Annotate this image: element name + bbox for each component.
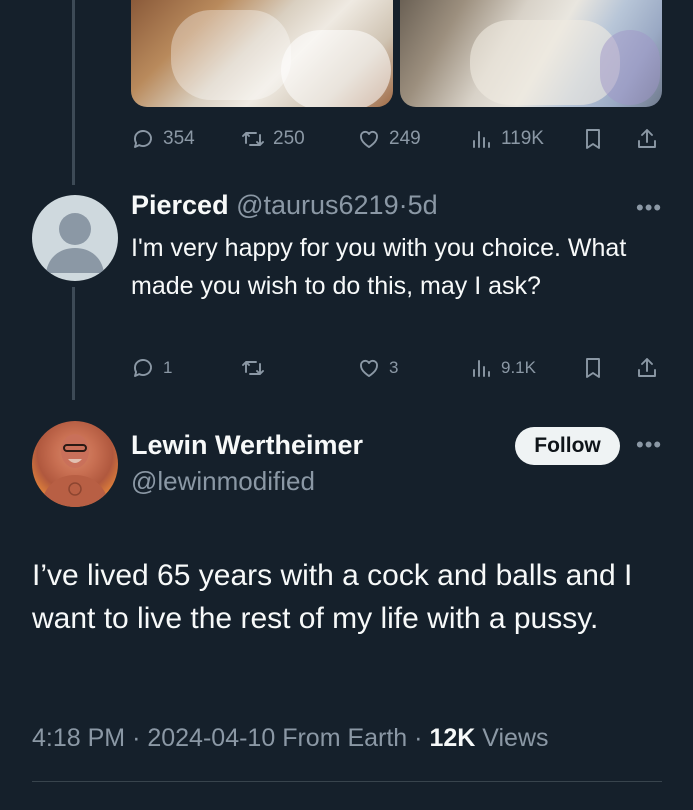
bookmark-icon — [586, 358, 600, 378]
separator: · — [398, 190, 408, 220]
separator: · — [132, 724, 141, 752]
reply-actions: 1 3 9.1K — [131, 354, 661, 382]
retweet-button[interactable] — [241, 356, 273, 380]
separator: · — [414, 724, 423, 752]
share-icon — [638, 358, 656, 377]
author-display-name[interactable]: Lewin Wertheimer — [131, 430, 363, 461]
reply-handle[interactable]: @taurus6219 — [236, 190, 399, 220]
share-button[interactable] — [635, 356, 659, 380]
thread-line — [72, 287, 75, 400]
reply-icon — [134, 359, 152, 377]
tweet-timestamp: 4:18 PM · 2024-04-10 From Earth · 12K Vi… — [32, 724, 549, 753]
default-profile-icon — [46, 213, 104, 273]
bookmark-button[interactable] — [581, 127, 605, 151]
tweet-actions: 354 250 249 119K — [131, 125, 661, 153]
views-chart-icon — [473, 131, 490, 148]
views-count: 9.1K — [501, 358, 536, 377]
divider — [32, 781, 662, 782]
views-count: 119K — [501, 128, 544, 149]
avatar-default[interactable] — [32, 195, 118, 281]
reply-count: 354 — [163, 128, 195, 149]
reply-age[interactable]: 5d — [408, 190, 438, 220]
reply-header: Pierced @taurus6219·5d — [131, 190, 438, 221]
like-button[interactable]: 3 — [357, 356, 398, 380]
reply-button[interactable]: 1 — [131, 356, 172, 380]
tweet-text: I’ve lived 65 years with a cock and ball… — [32, 559, 633, 635]
like-count: 3 — [389, 358, 399, 377]
retweet-icon — [242, 361, 264, 375]
retweet-icon — [242, 132, 264, 146]
reply-display-name[interactable]: Pierced — [131, 190, 229, 220]
tweet-date[interactable]: 2024-04-10 — [147, 724, 275, 752]
views-chart-icon — [473, 360, 490, 377]
views-button[interactable]: 9.1K — [469, 356, 536, 380]
more-icon[interactable]: ••• — [636, 195, 662, 221]
bookmark-button[interactable] — [581, 356, 605, 380]
reply-icon — [134, 130, 152, 148]
heart-icon — [360, 130, 378, 148]
profile-photo — [40, 434, 110, 507]
reply-button[interactable]: 354 — [131, 127, 195, 151]
media-image-1[interactable] — [131, 0, 393, 107]
tweet-time[interactable]: 4:18 PM — [32, 724, 125, 752]
thread-line — [72, 0, 75, 185]
like-button[interactable]: 249 — [357, 127, 421, 151]
reply-text: I'm very happy for you with you choice. … — [131, 234, 627, 300]
views-button[interactable]: 119K — [469, 127, 544, 151]
like-count: 249 — [389, 128, 421, 149]
share-icon — [638, 129, 656, 148]
tweet-source: From Earth — [282, 724, 408, 752]
retweet-count: 250 — [273, 128, 305, 149]
views-label: Views — [482, 724, 549, 752]
heart-icon — [360, 359, 378, 377]
share-button[interactable] — [635, 127, 659, 151]
follow-button[interactable]: Follow — [515, 427, 620, 465]
reply-count: 1 — [163, 358, 173, 377]
avatar[interactable] — [32, 421, 118, 507]
more-icon[interactable]: ••• — [636, 432, 662, 458]
author-handle[interactable]: @lewinmodified — [131, 466, 315, 497]
media-image-2[interactable] — [400, 0, 662, 107]
retweet-button[interactable]: 250 — [241, 127, 305, 151]
views-count: 12K — [429, 724, 476, 752]
bookmark-icon — [586, 129, 600, 149]
